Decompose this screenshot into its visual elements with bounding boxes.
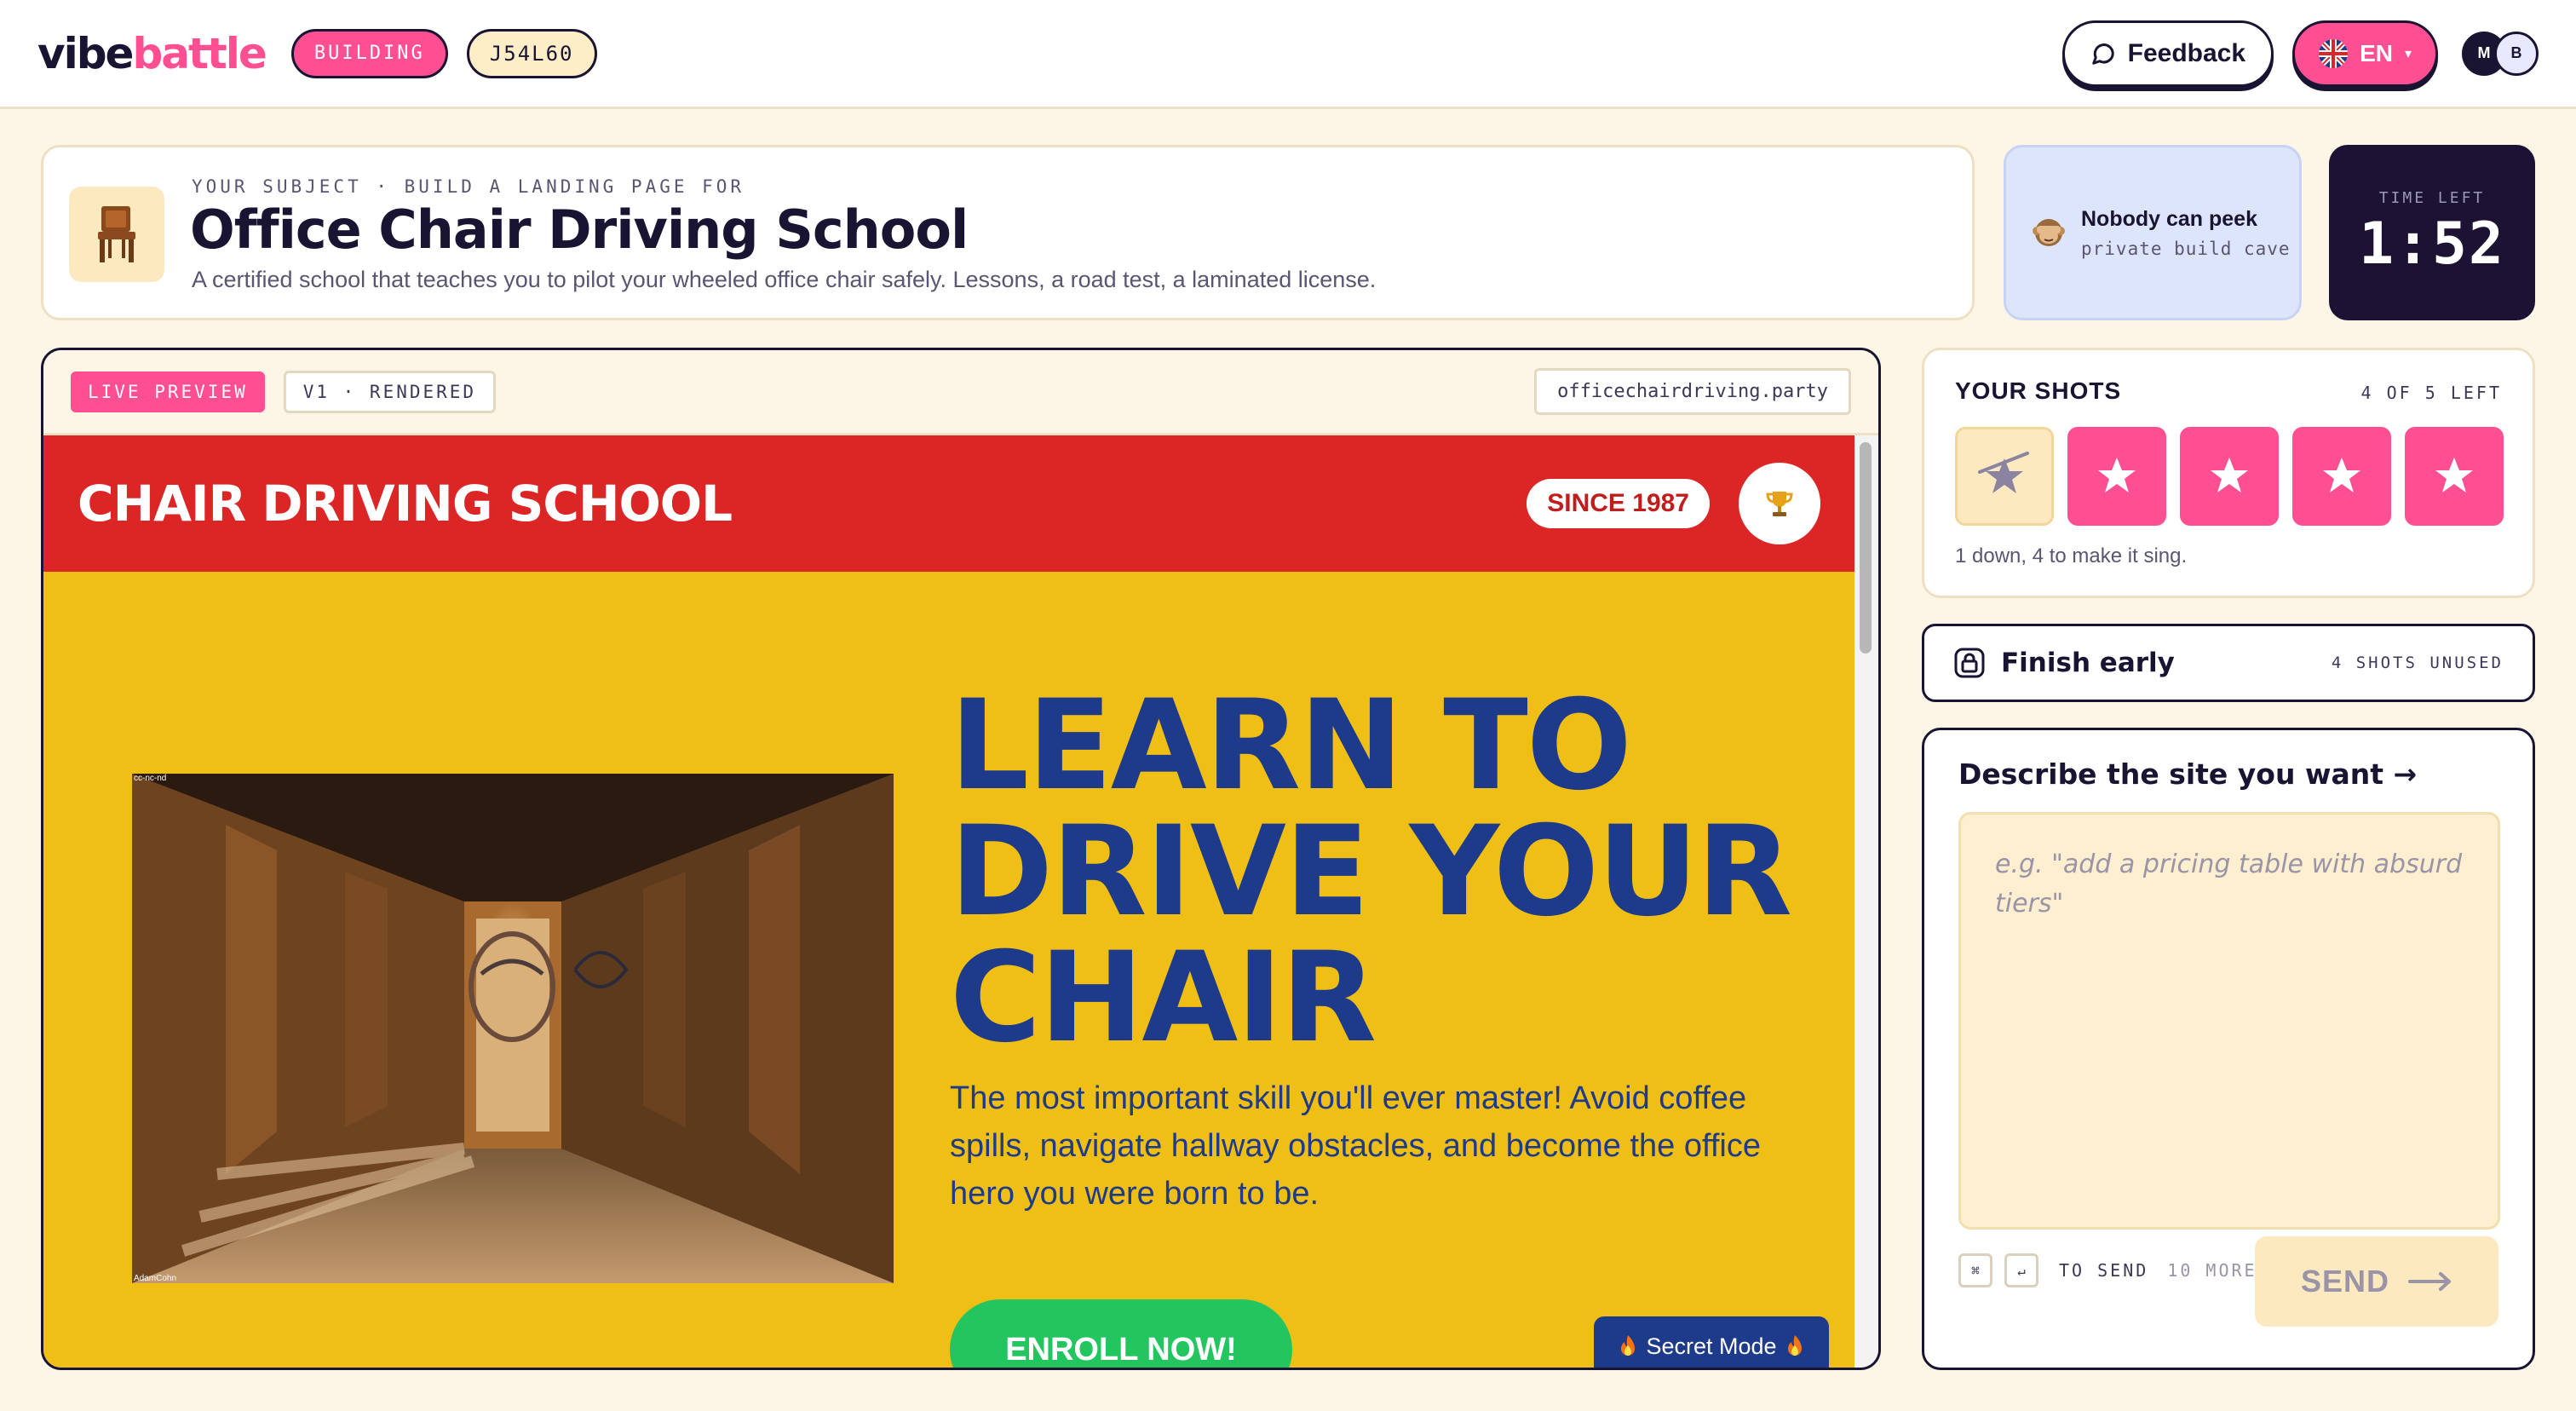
player-avatars: M B — [2462, 31, 2539, 76]
shot-available — [2405, 427, 2504, 526]
shots-title: YOUR SHOTS — [1955, 377, 2122, 404]
photo-license: cc-nc-nd — [134, 774, 167, 783]
countdown-timer: TIME LEFT 1:52 — [2329, 145, 2535, 320]
trophy-icon[interactable] — [1739, 463, 1820, 544]
prompt-footer: ⌘ ↵ TO SEND 10 MORE — [1958, 1253, 2257, 1287]
since-badge: SINCE 1987 — [1527, 479, 1710, 528]
site-header: CHAIR DRIVING SCHOOL SINCE 1987 — [43, 435, 1854, 572]
secret-mode-button[interactable]: Secret Mode — [1594, 1316, 1829, 1368]
shot-available — [2180, 427, 2279, 526]
top-right-controls: Feedback EN ▾ M B — [2061, 20, 2539, 87]
shots-unused-label: 4 SHOTS UNUSED — [2331, 654, 2504, 672]
star-icon — [2098, 458, 2136, 492]
privacy-card: Nobody can peek private build cave — [2004, 145, 2302, 320]
shot-available — [2292, 427, 2391, 526]
chevron-down-icon: ▾ — [2404, 46, 2412, 61]
shots-note: 1 down, 4 to make it sing. — [1955, 544, 2188, 567]
fire-icon — [1787, 1335, 1802, 1356]
used-star-icon — [1978, 452, 2029, 493]
prompt-heading: Describe the site you want → — [1958, 757, 2418, 791]
star-icon — [2211, 458, 2248, 492]
shots-card: YOUR SHOTS 4 OF 5 LEFT 1 down, 4 to make… — [1922, 348, 2535, 598]
photo-credit: AdamCohn — [134, 1274, 177, 1283]
timer-label: TIME LEFT — [2378, 189, 2486, 207]
lock-icon — [1954, 648, 1985, 678]
chair-icon — [69, 187, 164, 282]
feedback-button[interactable]: Feedback — [2061, 20, 2274, 87]
enroll-button[interactable]: ENROLL NOW! — [950, 1299, 1292, 1368]
room-code-badge[interactable]: J54L60 — [466, 28, 597, 78]
secret-mode-label: Secret Mode — [1646, 1333, 1777, 1359]
shots-remaining: 4 OF 5 LEFT — [2360, 383, 2502, 403]
arrow-right-icon — [2408, 1272, 2452, 1291]
subject-kicker: YOUR SUBJECT · BUILD A LANDING PAGE FOR — [192, 176, 745, 197]
hallway-image — [132, 774, 894, 1283]
hallway-photo: cc-nc-nd AdamCohn — [132, 774, 894, 1283]
rendered-site: CHAIR DRIVING SCHOOL SINCE 1987 cc-nc-nd… — [43, 435, 1854, 1368]
site-lead: The most important skill you'll ever mas… — [950, 1080, 1761, 1212]
scrollbar-thumb[interactable] — [1860, 442, 1872, 654]
finish-early-button[interactable]: Finish early 4 SHOTS UNUSED — [1922, 624, 2535, 702]
subject-card: YOUR SUBJECT · BUILD A LANDING PAGE FOR … — [41, 145, 1975, 320]
preview-scrollbar[interactable] — [1854, 435, 1878, 1368]
shot-available — [2067, 427, 2166, 526]
language-selector[interactable]: EN ▾ — [2292, 20, 2438, 87]
subject-description: A certified school that teaches you to p… — [192, 267, 1377, 292]
language-label: EN — [2360, 39, 2393, 66]
send-label: SEND — [2300, 1264, 2390, 1299]
site-headline: LEARN TO DRIVE YOUR CHAIR — [950, 673, 1792, 1070]
star-icon — [2323, 458, 2360, 492]
shots-row — [1955, 427, 2504, 526]
fire-icon — [1621, 1335, 1636, 1356]
logo-part-1: vibe — [37, 28, 134, 78]
subject-title: Office Chair Driving School — [190, 199, 969, 261]
enter-key-icon: ↵ — [2004, 1253, 2038, 1287]
preview-url[interactable]: officechairdriving.party — [1534, 368, 1851, 415]
send-button[interactable]: SEND — [2255, 1236, 2498, 1327]
top-bar: vibebattle BUILDING J54L60 Feedback EN ▾… — [0, 0, 2576, 109]
feedback-label: Feedback — [2127, 38, 2246, 67]
logo-part-2: battle — [132, 28, 267, 78]
privacy-subtitle: private build cave — [2081, 238, 2291, 259]
star-icon — [2435, 458, 2473, 492]
version-tag: V1 · RENDERED — [283, 370, 497, 413]
preview-header: LIVE PREVIEW V1 · RENDERED officechairdr… — [43, 350, 1878, 435]
timer-value: 1:52 — [2359, 210, 2505, 278]
more-chars-hint: 10 MORE — [2167, 1260, 2257, 1281]
chat-bubble-icon — [2091, 43, 2114, 65]
privacy-title: Nobody can peek — [2081, 206, 2257, 231]
status-badge: BUILDING — [290, 28, 448, 78]
to-send-hint: TO SEND — [2059, 1260, 2149, 1281]
site-brand[interactable]: CHAIR DRIVING SCHOOL — [78, 475, 733, 533]
avatar[interactable]: B — [2494, 31, 2539, 76]
live-preview-panel: LIVE PREVIEW V1 · RENDERED officechairdr… — [41, 348, 1881, 1370]
prompt-input[interactable] — [1958, 812, 2500, 1230]
live-preview-tag: LIVE PREVIEW — [71, 371, 265, 412]
app-logo[interactable]: vibebattle — [37, 28, 267, 78]
uk-flag-icon — [2319, 38, 2349, 68]
command-key-icon: ⌘ — [1958, 1253, 1992, 1287]
prompt-card: Describe the site you want → ⌘ ↵ TO SEND… — [1922, 728, 2535, 1370]
see-no-evil-monkey-icon — [2033, 219, 2065, 246]
shot-used — [1955, 427, 2054, 526]
finish-early-label: Finish early — [2001, 648, 2175, 678]
